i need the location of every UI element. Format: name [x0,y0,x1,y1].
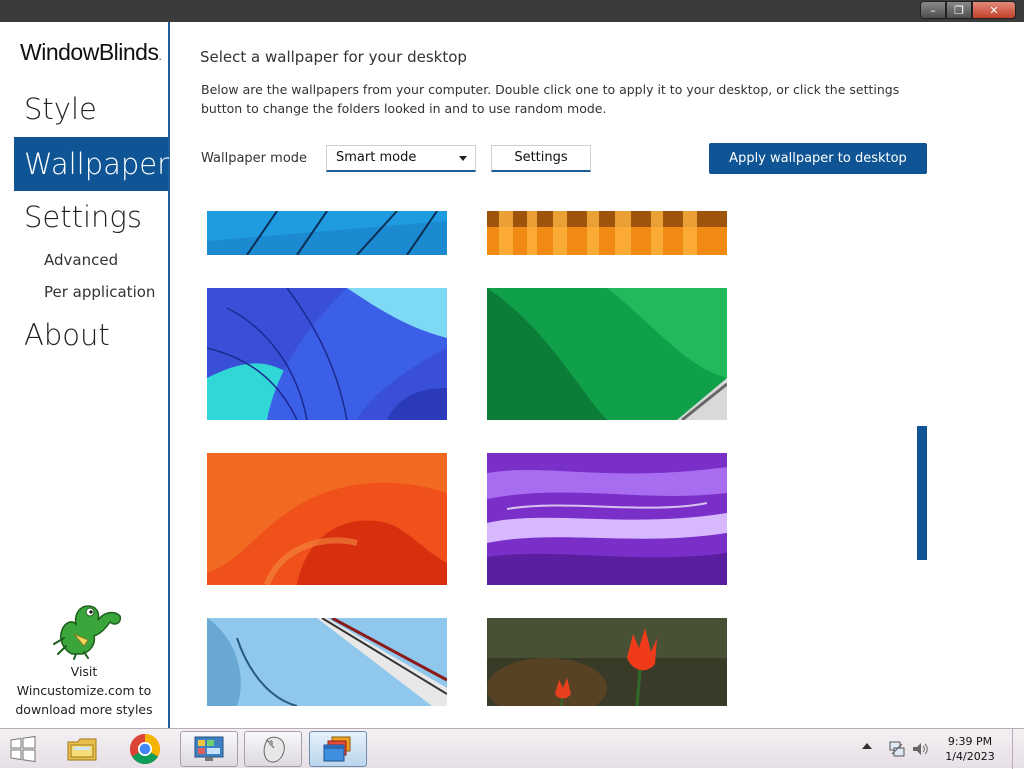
nav-per-application[interactable]: Per application [44,283,155,301]
logo-blinds-text: Blinds [98,39,159,65]
wallpaper-thumbnail[interactable] [207,618,447,706]
nav-about[interactable]: About [0,308,168,362]
wallpaper-grid [172,207,912,728]
network-icon[interactable] [888,740,906,762]
chrome-icon[interactable] [116,731,174,767]
maximize-button[interactable]: ❐ [946,1,972,19]
clock-date: 1/4/2023 [945,750,995,763]
window-titlebar: – ❐ ✕ [0,0,1024,22]
app-logo: WindowBlinds. [20,39,162,66]
show-desktop-button[interactable] [1012,729,1024,769]
show-hidden-icons-icon[interactable] [862,743,872,749]
wallpaper-thumbnail[interactable] [487,211,727,255]
clock-time: 9:39 PM [947,735,993,748]
main-panel: Select a wallpaper for your desktop Belo… [172,22,1024,728]
apply-wallpaper-button[interactable]: Apply wallpaper to desktop [709,143,927,174]
vertical-scrollbar[interactable] [917,426,927,560]
mouse-icon[interactable] [244,731,302,767]
promo-line-3: download more styles [15,702,153,717]
volume-icon[interactable] [911,740,929,762]
promo-line-1: Visit [70,664,98,679]
gecko-mascot-icon [53,605,122,660]
sidebar: WindowBlinds. Style Wallpaper Settings A… [0,22,170,728]
close-button[interactable]: ✕ [972,1,1016,19]
wincustomize-promo[interactable]: Visit Wincustomize.com to download more … [0,594,168,719]
windows-start-icon[interactable] [6,735,40,763]
minimize-button[interactable]: – [920,1,946,19]
nav-settings[interactable]: Settings [0,190,168,244]
wallpaper-thumbnail[interactable] [207,453,447,585]
page-title: Select a wallpaper for your desktop [200,48,467,66]
wallpaper-thumbnail[interactable] [207,211,447,255]
wallpaper-thumbnail[interactable] [207,288,447,420]
wallpaper-thumbnail[interactable] [487,288,727,420]
description-line-2: button to change the folders looked in a… [201,101,607,116]
page-description: Below are the wallpapers from your compu… [201,80,921,118]
wallpaper-mode-select[interactable]: Smart mode [326,145,476,172]
windowblinds-icon[interactable] [309,731,367,767]
logo-mark: . [158,49,162,63]
settings-button[interactable]: Settings [491,145,591,172]
nav-style[interactable]: Style [0,82,168,136]
control-panel-icon[interactable] [180,731,238,767]
description-line-1: Below are the wallpapers from your compu… [201,82,900,97]
system-clock[interactable]: 9:39 PM 1/4/2023 [930,734,1010,764]
nav-wallpaper[interactable]: Wallpaper [14,137,169,191]
promo-line-2: Wincustomize.com to [16,683,152,698]
wallpaper-mode-label: Wallpaper mode [201,151,308,166]
file-explorer-icon[interactable] [53,731,111,767]
window-controls: – ❐ ✕ [920,1,1016,19]
taskbar: 9:39 PM 1/4/2023 [0,728,1024,769]
wallpaper-mode-value: Smart mode [336,150,417,165]
logo-window-text: Window [20,39,99,65]
nav-advanced[interactable]: Advanced [44,251,118,269]
wallpaper-thumbnail[interactable] [487,618,727,706]
chevron-down-icon [459,156,467,161]
wallpaper-thumbnail[interactable] [487,453,727,585]
